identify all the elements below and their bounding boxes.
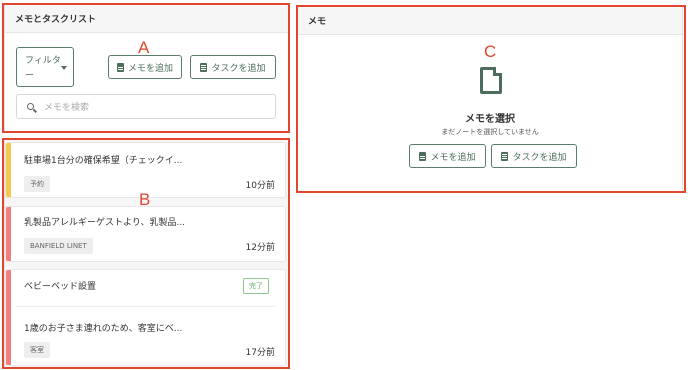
memo-icon	[116, 62, 124, 72]
item-title: 乳製品アレルギーゲストより、乳製品...	[24, 218, 186, 228]
status-badge: 完了	[243, 278, 269, 294]
memo-icon	[419, 151, 427, 161]
item-subtitle: 1歳のお子さま連れのため、客室にベ...	[24, 324, 183, 334]
add-task-label: タスクを追加	[211, 63, 266, 74]
annotation-label-b: B	[139, 190, 151, 209]
item-tag: 予約	[24, 176, 50, 192]
search-icon	[27, 103, 34, 110]
add-memo-label: メモを追加	[127, 63, 173, 74]
add-memo-button[interactable]: メモを追加	[108, 55, 182, 79]
divider	[16, 306, 275, 307]
annotation-label-a: A	[138, 38, 150, 57]
empty-title: メモを選択	[465, 114, 515, 125]
search-input[interactable]: メモを検索	[16, 94, 276, 119]
item-time: 17分前	[245, 348, 275, 358]
list-item[interactable]: 乳製品アレルギーゲストより、乳製品... BANFIELD LINET 12分前	[5, 206, 286, 262]
filter-dropdown[interactable]: フィルター	[16, 47, 74, 87]
item-title: ベビーベッド設置	[24, 282, 97, 292]
item-tag: 客室	[24, 342, 50, 358]
item-title: 駐車場1台分の確保希望（チェックイ...	[24, 156, 183, 166]
color-bar	[6, 143, 11, 197]
color-bar	[6, 207, 11, 261]
panel-title: メモとタスクリスト	[5, 5, 288, 33]
clipboard-icon	[501, 151, 509, 161]
item-tag: BANFIELD LINET	[24, 238, 93, 254]
annotation-label-c: C	[484, 42, 497, 61]
panel-title: メモ	[298, 7, 682, 35]
clipboard-icon	[200, 62, 208, 72]
detail-add-task-button[interactable]: タスクを追加	[491, 144, 577, 168]
list-item[interactable]: ベビーベッド設置 完了 1歳のお子さま連れのため、客室にベ... 客室 17分前	[5, 269, 286, 366]
add-memo-label: メモを追加	[430, 152, 476, 163]
color-bar	[6, 270, 11, 365]
item-time: 10分前	[245, 181, 275, 191]
add-task-button[interactable]: タスクを追加	[190, 55, 276, 79]
add-task-label: タスクを追加	[512, 152, 567, 163]
detail-add-memo-button[interactable]: メモを追加	[409, 144, 486, 168]
item-time: 12分前	[245, 243, 275, 253]
search-placeholder: メモを検索	[44, 103, 90, 113]
document-icon	[480, 67, 502, 94]
filter-label: フィルター	[25, 56, 61, 81]
chevron-down-icon	[61, 66, 67, 70]
memo-detail-panel: メモ	[297, 6, 683, 192]
empty-subtitle: まだノートを選択していません	[441, 128, 539, 136]
